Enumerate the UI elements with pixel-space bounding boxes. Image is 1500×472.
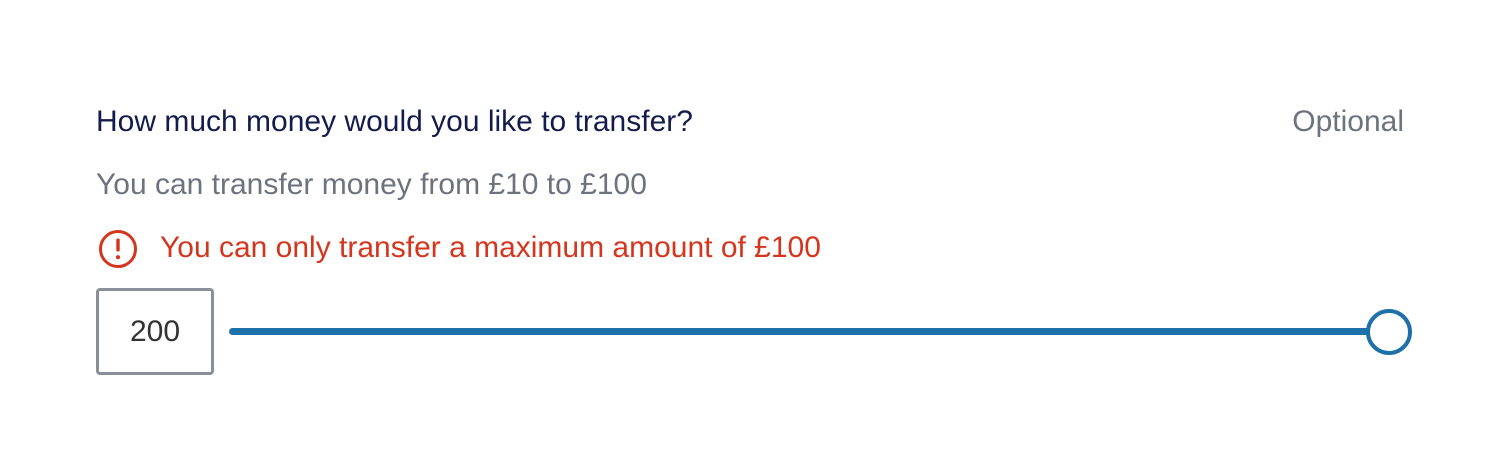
field-label: How much money would you like to transfe… — [96, 105, 693, 138]
label-row: How much money would you like to transfe… — [96, 100, 1404, 144]
error-text: You can only transfer a maximum amount o… — [160, 231, 821, 264]
slider-track[interactable] — [229, 328, 1389, 335]
amount-input[interactable] — [96, 288, 214, 375]
slider-thumb[interactable] — [1366, 309, 1412, 355]
field-hint: You can transfer money from £10 to £100 — [96, 168, 647, 201]
amount-slider[interactable] — [229, 309, 1416, 355]
exclamation-circle-icon — [98, 229, 138, 269]
transfer-amount-field: How much money would you like to transfe… — [96, 100, 1416, 390]
optional-label: Optional — [1292, 105, 1404, 138]
